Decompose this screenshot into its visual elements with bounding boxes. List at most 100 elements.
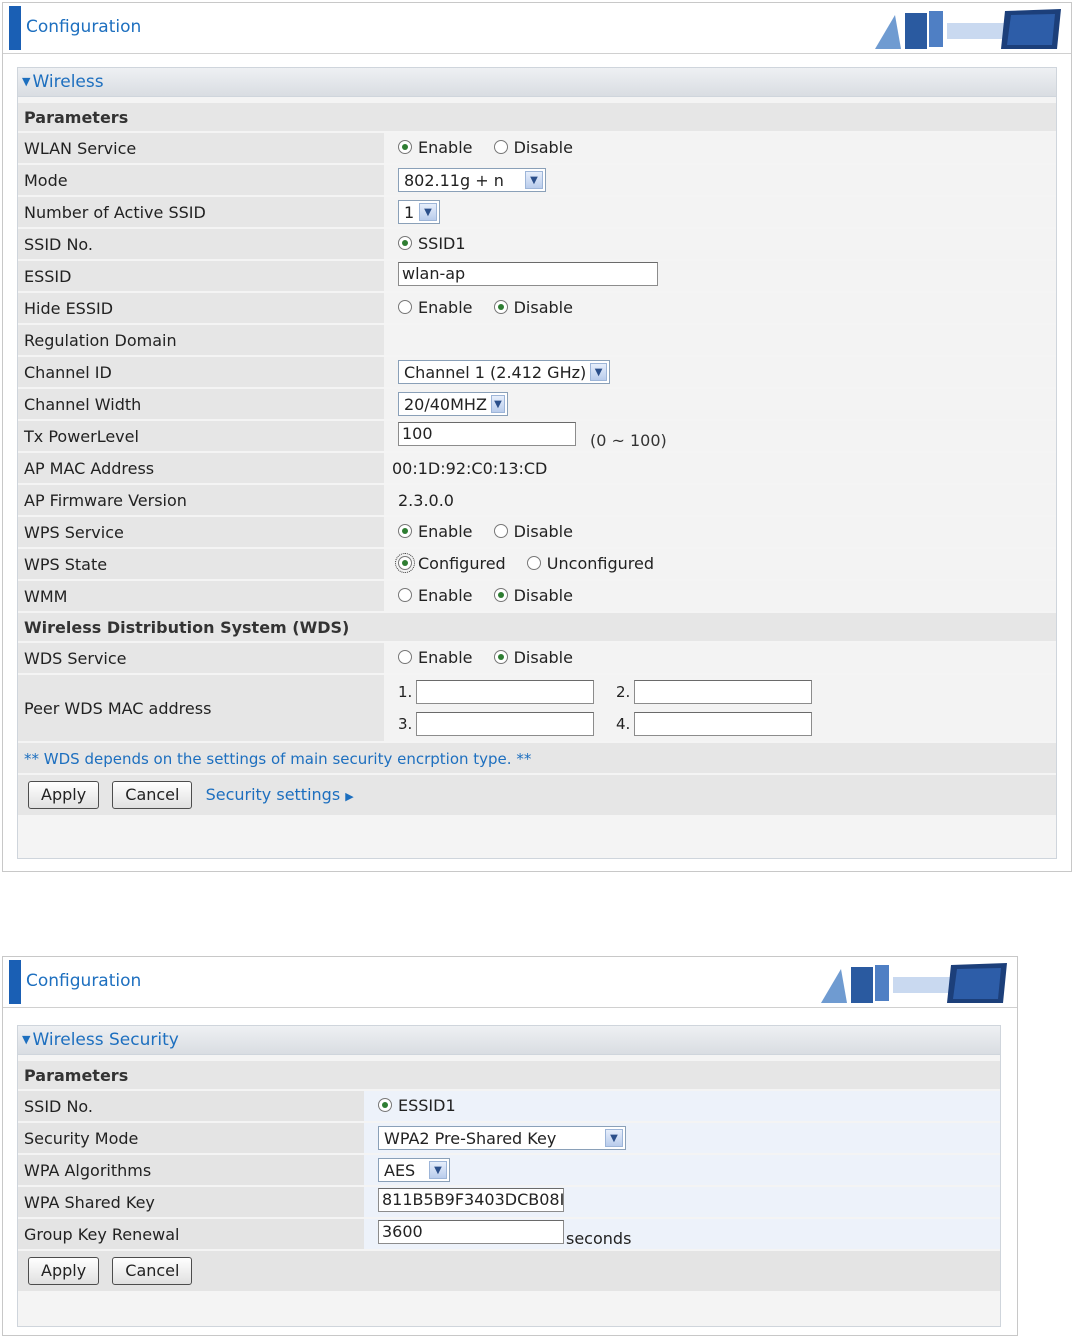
peer-index-2: 2. (616, 683, 631, 701)
wlan-service-disable-radio[interactable]: Disable (493, 137, 573, 157)
row-ap-firmware: AP Firmware Version 2.3.0.0 (18, 485, 1056, 515)
label-peer-wds-mac: Peer WDS MAC address (18, 675, 384, 741)
channel-width-select[interactable]: 20/40MHZ ▼ (398, 392, 508, 416)
header-decoration-image (865, 5, 1065, 51)
security-mode-select[interactable]: WPA2 Pre-Shared Key ▼ (378, 1126, 626, 1150)
label-ssid-no: SSID No. (18, 229, 384, 259)
config-title: Configuration (26, 971, 142, 991)
peer-index-4: 4. (616, 715, 631, 733)
label-tx-power: Tx PowerLevel (18, 421, 384, 451)
select-value: 1 (404, 202, 415, 222)
radio-empty-icon (398, 650, 412, 665)
wds-service-disable-radio[interactable]: Disable (493, 648, 573, 667)
wps-service-enable-radio[interactable]: Enable (398, 522, 473, 541)
group-key-renewal-input[interactable]: 3600 (378, 1220, 564, 1244)
chevron-down-icon: ▼ (590, 363, 607, 381)
wireless-parameters-table: Parameters WLAN Service Enable Disable M… (18, 101, 1056, 817)
radio-label: Unconfigured (546, 553, 654, 573)
wmm-enable-radio[interactable]: Enable (398, 586, 473, 605)
label-number-active-ssid: Number of Active SSID (18, 197, 384, 227)
config-title: Configuration (26, 17, 142, 37)
essid1-radio[interactable]: ESSID1 (378, 1096, 456, 1115)
label-ap-mac: AP MAC Address (18, 453, 384, 483)
chevron-down-icon: ▼ (419, 203, 437, 221)
radio-selected-icon (398, 524, 412, 539)
wps-service-disable-radio[interactable]: Disable (493, 521, 573, 541)
peer-wds-mac-1-input[interactable] (416, 680, 594, 704)
select-value: 802.11g + n (404, 170, 504, 190)
row-channel-id: Channel ID Channel 1 (2.412 GHz) ▼ (18, 357, 1056, 387)
wds-service-enable-radio[interactable]: Enable (398, 648, 473, 667)
row-mode: Mode 802.11g + n ▼ (18, 165, 1056, 195)
row-wpa-shared-key: WPA Shared Key 811B5B9F3403DCB08I (18, 1187, 1000, 1217)
section-title-text: Wireless (32, 72, 104, 92)
select-value: AES (384, 1160, 416, 1180)
radio-label: Enable (418, 647, 473, 667)
radio-label: Enable (418, 297, 473, 317)
radio-selected-icon (493, 650, 508, 665)
label-security-mode: Security Mode (18, 1123, 364, 1153)
radio-empty-icon (493, 524, 508, 539)
header-accent-bar (9, 960, 21, 1004)
essid-input[interactable]: wlan-ap (398, 262, 658, 286)
label-wpa-algorithms: WPA Algorithms (18, 1155, 364, 1185)
label-wpa-shared-key: WPA Shared Key (18, 1187, 364, 1217)
section-title-text: Wireless Security (32, 1030, 179, 1050)
apply-button[interactable]: Apply (28, 1257, 100, 1285)
radio-label: Disable (513, 297, 573, 317)
label-wmm: WMM (18, 581, 384, 611)
section-title[interactable]: ▼ Wireless (18, 68, 1056, 97)
row-peer-wds-mac: Peer WDS MAC address 1. 2. 3. 4. (18, 675, 1056, 741)
row-actions: Apply Cancel (18, 1251, 1000, 1291)
ssid1-radio[interactable]: SSID1 (398, 234, 466, 253)
radio-label: Disable (513, 521, 573, 541)
label-wps-state: WPS State (18, 549, 384, 579)
wps-state-configured-radio[interactable]: Configured (395, 553, 506, 574)
link-text: Security settings (205, 785, 341, 804)
peer-wds-mac-2-input[interactable] (634, 680, 812, 704)
label-channel-id: Channel ID (18, 357, 384, 387)
wlan-service-enable-radio[interactable]: Enable (398, 138, 473, 157)
hide-essid-enable-radio[interactable]: Enable (398, 298, 473, 317)
row-wmm: WMM Enable Disable (18, 581, 1056, 611)
ap-mac-value: 00:1D:92:C0:13:CD (392, 458, 548, 478)
cancel-button[interactable]: Cancel (112, 1257, 193, 1285)
mode-select[interactable]: 802.11g + n ▼ (398, 168, 546, 192)
wpa-algorithms-select[interactable]: AES ▼ (378, 1158, 450, 1182)
label-wlan-service: WLAN Service (18, 133, 384, 163)
peer-index-1: 1. (398, 683, 413, 701)
row-wds-service: WDS Service Enable Disable (18, 643, 1056, 673)
wmm-disable-radio[interactable]: Disable (493, 585, 573, 605)
radio-label: Disable (513, 585, 573, 605)
peer-wds-mac-4-input[interactable] (634, 712, 812, 736)
wpa-shared-key-input[interactable]: 811B5B9F3403DCB08I (378, 1188, 564, 1212)
security-settings-link[interactable]: Security settings ▶ (206, 785, 354, 804)
radio-label: Configured (418, 553, 506, 573)
select-value: 20/40MHZ (404, 394, 487, 414)
peer-wds-mac-grid: 1. 2. 3. 4. (398, 680, 1056, 736)
section-title[interactable]: ▼ Wireless Security (18, 1026, 1000, 1055)
tx-power-input[interactable]: 100 (398, 422, 576, 446)
active-ssid-select[interactable]: 1 ▼ (398, 200, 440, 224)
row-wps-state: WPS State Configured Unconfigured (18, 549, 1056, 579)
security-parameters-table: Parameters SSID No. ESSID1 Security Mode… (18, 1059, 1000, 1293)
row-regulation-domain: Regulation Domain (18, 325, 1056, 355)
peer-index-3: 3. (398, 715, 413, 733)
radio-selected-icon (398, 236, 412, 251)
wireless-config-panel: Configuration ▼ Wireless Parameters WLAN … (2, 2, 1072, 872)
label-ap-firmware: AP Firmware Version (18, 485, 384, 515)
radio-empty-icon (493, 140, 508, 155)
chevron-down-icon: ▼ (490, 395, 505, 413)
radio-label: ESSID1 (398, 1095, 456, 1115)
wps-state-unconfigured-radio[interactable]: Unconfigured (526, 553, 654, 573)
parameters-heading: Parameters (18, 1061, 1000, 1089)
channel-id-select[interactable]: Channel 1 (2.412 GHz) ▼ (398, 360, 610, 384)
chevron-down-icon: ▼ (525, 171, 543, 189)
peer-wds-mac-3-input[interactable] (416, 712, 594, 736)
hide-essid-disable-radio[interactable]: Disable (493, 297, 573, 317)
row-wps-service: WPS Service Enable Disable (18, 517, 1056, 547)
radio-label: Disable (513, 137, 573, 157)
apply-button[interactable]: Apply (28, 781, 100, 809)
row-actions: Apply Cancel Security settings ▶ (18, 775, 1056, 815)
cancel-button[interactable]: Cancel (112, 781, 193, 809)
